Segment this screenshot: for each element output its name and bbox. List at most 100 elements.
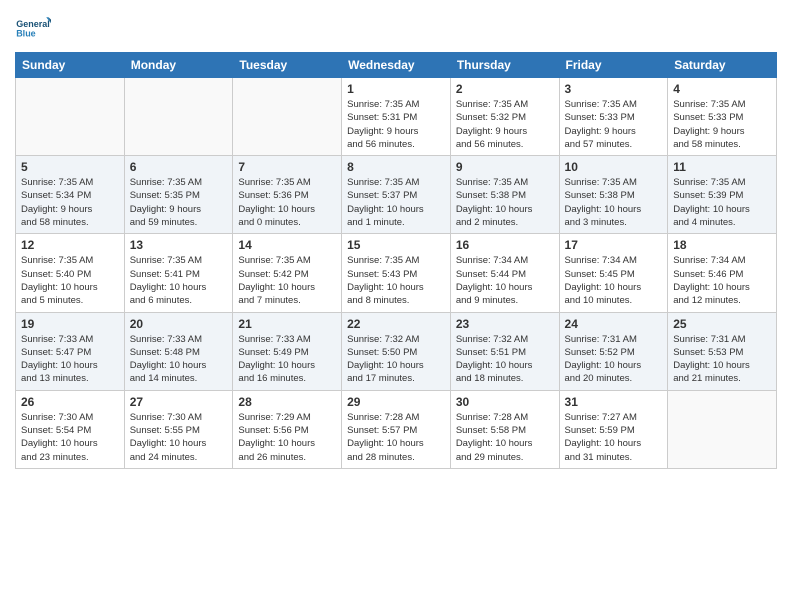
day-info: Sunrise: 7:33 AM Sunset: 5:47 PM Dayligh… [21,333,119,386]
day-number: 22 [347,317,445,331]
day-info: Sunrise: 7:34 AM Sunset: 5:44 PM Dayligh… [456,254,554,307]
day-number: 14 [238,238,336,252]
header: General Blue [15,10,777,46]
calendar-cell: 3 Sunrise: 7:35 AM Sunset: 5:33 PM Daylig… [559,78,668,156]
day-info: Sunrise: 7:35 AM Sunset: 5:42 PM Dayligh… [238,254,336,307]
day-number: 13 [130,238,228,252]
calendar-cell: 10 Sunrise: 7:35 AM Sunset: 5:38 PM Dayli… [559,156,668,234]
day-info: Sunrise: 7:27 AM Sunset: 5:59 PM Dayligh… [565,411,663,464]
day-number: 4 [673,82,771,96]
weekday-header-thursday: Thursday [450,53,559,78]
calendar-cell: 31 Sunrise: 7:27 AM Sunset: 5:59 PM Dayli… [559,390,668,468]
weekday-header-monday: Monday [124,53,233,78]
week-row-3: 12 Sunrise: 7:35 AM Sunset: 5:40 PM Dayli… [16,234,777,312]
day-number: 7 [238,160,336,174]
calendar-cell: 16 Sunrise: 7:34 AM Sunset: 5:44 PM Dayli… [450,234,559,312]
day-number: 3 [565,82,663,96]
calendar-cell: 7 Sunrise: 7:35 AM Sunset: 5:36 PM Daylig… [233,156,342,234]
calendar-cell: 1 Sunrise: 7:35 AM Sunset: 5:31 PM Daylig… [342,78,451,156]
day-number: 10 [565,160,663,174]
calendar-cell: 4 Sunrise: 7:35 AM Sunset: 5:33 PM Daylig… [668,78,777,156]
calendar-cell: 14 Sunrise: 7:35 AM Sunset: 5:42 PM Dayli… [233,234,342,312]
calendar-cell: 27 Sunrise: 7:30 AM Sunset: 5:55 PM Dayli… [124,390,233,468]
calendar-cell: 24Sunrise: 7:31 AM Sunset: 5:52 PM Dayli… [559,312,668,390]
calendar-cell: 30Sunrise: 7:28 AM Sunset: 5:58 PM Dayli… [450,390,559,468]
calendar-cell: 13 Sunrise: 7:35 AM Sunset: 5:41 PM Dayli… [124,234,233,312]
calendar-cell: 28 Sunrise: 7:29 AM Sunset: 5:56 PM Dayli… [233,390,342,468]
day-info: Sunrise: 7:29 AM Sunset: 5:56 PM Dayligh… [238,411,336,464]
day-number: 29 [347,395,445,409]
day-info: Sunrise: 7:35 AM Sunset: 5:37 PM Dayligh… [347,176,445,229]
day-number: 12 [21,238,119,252]
day-info: Sunrise: 7:35 AM Sunset: 5:39 PM Dayligh… [673,176,771,229]
calendar-cell: 12 Sunrise: 7:35 AM Sunset: 5:40 PM Dayli… [16,234,125,312]
day-number: 26 [21,395,119,409]
calendar-cell: 20Sunrise: 7:33 AM Sunset: 5:48 PM Dayli… [124,312,233,390]
day-number: 11 [673,160,771,174]
day-info: Sunrise: 7:34 AM Sunset: 5:46 PM Dayligh… [673,254,771,307]
calendar-cell: 17 Sunrise: 7:34 AM Sunset: 5:45 PM Dayli… [559,234,668,312]
day-number: 19 [21,317,119,331]
weekday-header-friday: Friday [559,53,668,78]
day-number: 27 [130,395,228,409]
day-number: 20 [130,317,228,331]
day-number: 31 [565,395,663,409]
weekday-header-sunday: Sunday [16,53,125,78]
day-number: 17 [565,238,663,252]
day-info: Sunrise: 7:35 AM Sunset: 5:33 PM Dayligh… [673,98,771,151]
calendar-cell: 2Sunrise: 7:35 AM Sunset: 5:32 PM Daylig… [450,78,559,156]
calendar-table: SundayMondayTuesdayWednesdayThursdayFrid… [15,52,777,469]
day-info: Sunrise: 7:32 AM Sunset: 5:51 PM Dayligh… [456,333,554,386]
calendar-cell [124,78,233,156]
calendar-cell: 19 Sunrise: 7:33 AM Sunset: 5:47 PM Dayli… [16,312,125,390]
week-row-4: 19 Sunrise: 7:33 AM Sunset: 5:47 PM Dayli… [16,312,777,390]
calendar-cell: 8 Sunrise: 7:35 AM Sunset: 5:37 PM Daylig… [342,156,451,234]
day-info: Sunrise: 7:28 AM Sunset: 5:57 PM Dayligh… [347,411,445,464]
day-number: 25 [673,317,771,331]
day-number: 28 [238,395,336,409]
day-number: 6 [130,160,228,174]
calendar-cell: 22 Sunrise: 7:32 AM Sunset: 5:50 PM Dayli… [342,312,451,390]
weekday-header-tuesday: Tuesday [233,53,342,78]
weekday-header-wednesday: Wednesday [342,53,451,78]
logo-svg: General Blue [15,10,51,46]
calendar-container: General Blue SundayMondayTuesdayWednesda… [0,0,792,479]
calendar-cell: 5 Sunrise: 7:35 AM Sunset: 5:34 PM Daylig… [16,156,125,234]
day-info: Sunrise: 7:33 AM Sunset: 5:49 PM Dayligh… [238,333,336,386]
day-info: Sunrise: 7:34 AM Sunset: 5:45 PM Dayligh… [565,254,663,307]
calendar-cell: 11 Sunrise: 7:35 AM Sunset: 5:39 PM Dayli… [668,156,777,234]
calendar-cell: 26 Sunrise: 7:30 AM Sunset: 5:54 PM Dayli… [16,390,125,468]
day-info: Sunrise: 7:31 AM Sunset: 5:53 PM Dayligh… [673,333,771,386]
day-number: 1 [347,82,445,96]
day-info: Sunrise: 7:35 AM Sunset: 5:36 PM Dayligh… [238,176,336,229]
svg-text:General: General [16,19,50,29]
day-info: Sunrise: 7:30 AM Sunset: 5:55 PM Dayligh… [130,411,228,464]
calendar-cell [668,390,777,468]
day-info: Sunrise: 7:35 AM Sunset: 5:43 PM Dayligh… [347,254,445,307]
day-info: Sunrise: 7:35 AM Sunset: 5:33 PM Dayligh… [565,98,663,151]
weekday-header-saturday: Saturday [668,53,777,78]
day-number: 23 [456,317,554,331]
day-info: Sunrise: 7:35 AM Sunset: 5:34 PM Dayligh… [21,176,119,229]
day-number: 5 [21,160,119,174]
day-number: 16 [456,238,554,252]
day-info: Sunrise: 7:35 AM Sunset: 5:35 PM Dayligh… [130,176,228,229]
day-number: 9 [456,160,554,174]
day-info: Sunrise: 7:32 AM Sunset: 5:50 PM Dayligh… [347,333,445,386]
day-info: Sunrise: 7:35 AM Sunset: 5:40 PM Dayligh… [21,254,119,307]
day-info: Sunrise: 7:35 AM Sunset: 5:41 PM Dayligh… [130,254,228,307]
day-info: Sunrise: 7:30 AM Sunset: 5:54 PM Dayligh… [21,411,119,464]
day-info: Sunrise: 7:35 AM Sunset: 5:32 PM Dayligh… [456,98,554,151]
day-info: Sunrise: 7:28 AM Sunset: 5:58 PM Dayligh… [456,411,554,464]
weekday-header-row: SundayMondayTuesdayWednesdayThursdayFrid… [16,53,777,78]
calendar-cell [233,78,342,156]
calendar-cell: 15Sunrise: 7:35 AM Sunset: 5:43 PM Dayli… [342,234,451,312]
calendar-cell: 9Sunrise: 7:35 AM Sunset: 5:38 PM Daylig… [450,156,559,234]
day-number: 8 [347,160,445,174]
day-number: 18 [673,238,771,252]
week-row-1: 1 Sunrise: 7:35 AM Sunset: 5:31 PM Daylig… [16,78,777,156]
day-info: Sunrise: 7:35 AM Sunset: 5:38 PM Dayligh… [565,176,663,229]
calendar-cell: 6 Sunrise: 7:35 AM Sunset: 5:35 PM Daylig… [124,156,233,234]
calendar-cell: 21Sunrise: 7:33 AM Sunset: 5:49 PM Dayli… [233,312,342,390]
day-info: Sunrise: 7:35 AM Sunset: 5:31 PM Dayligh… [347,98,445,151]
